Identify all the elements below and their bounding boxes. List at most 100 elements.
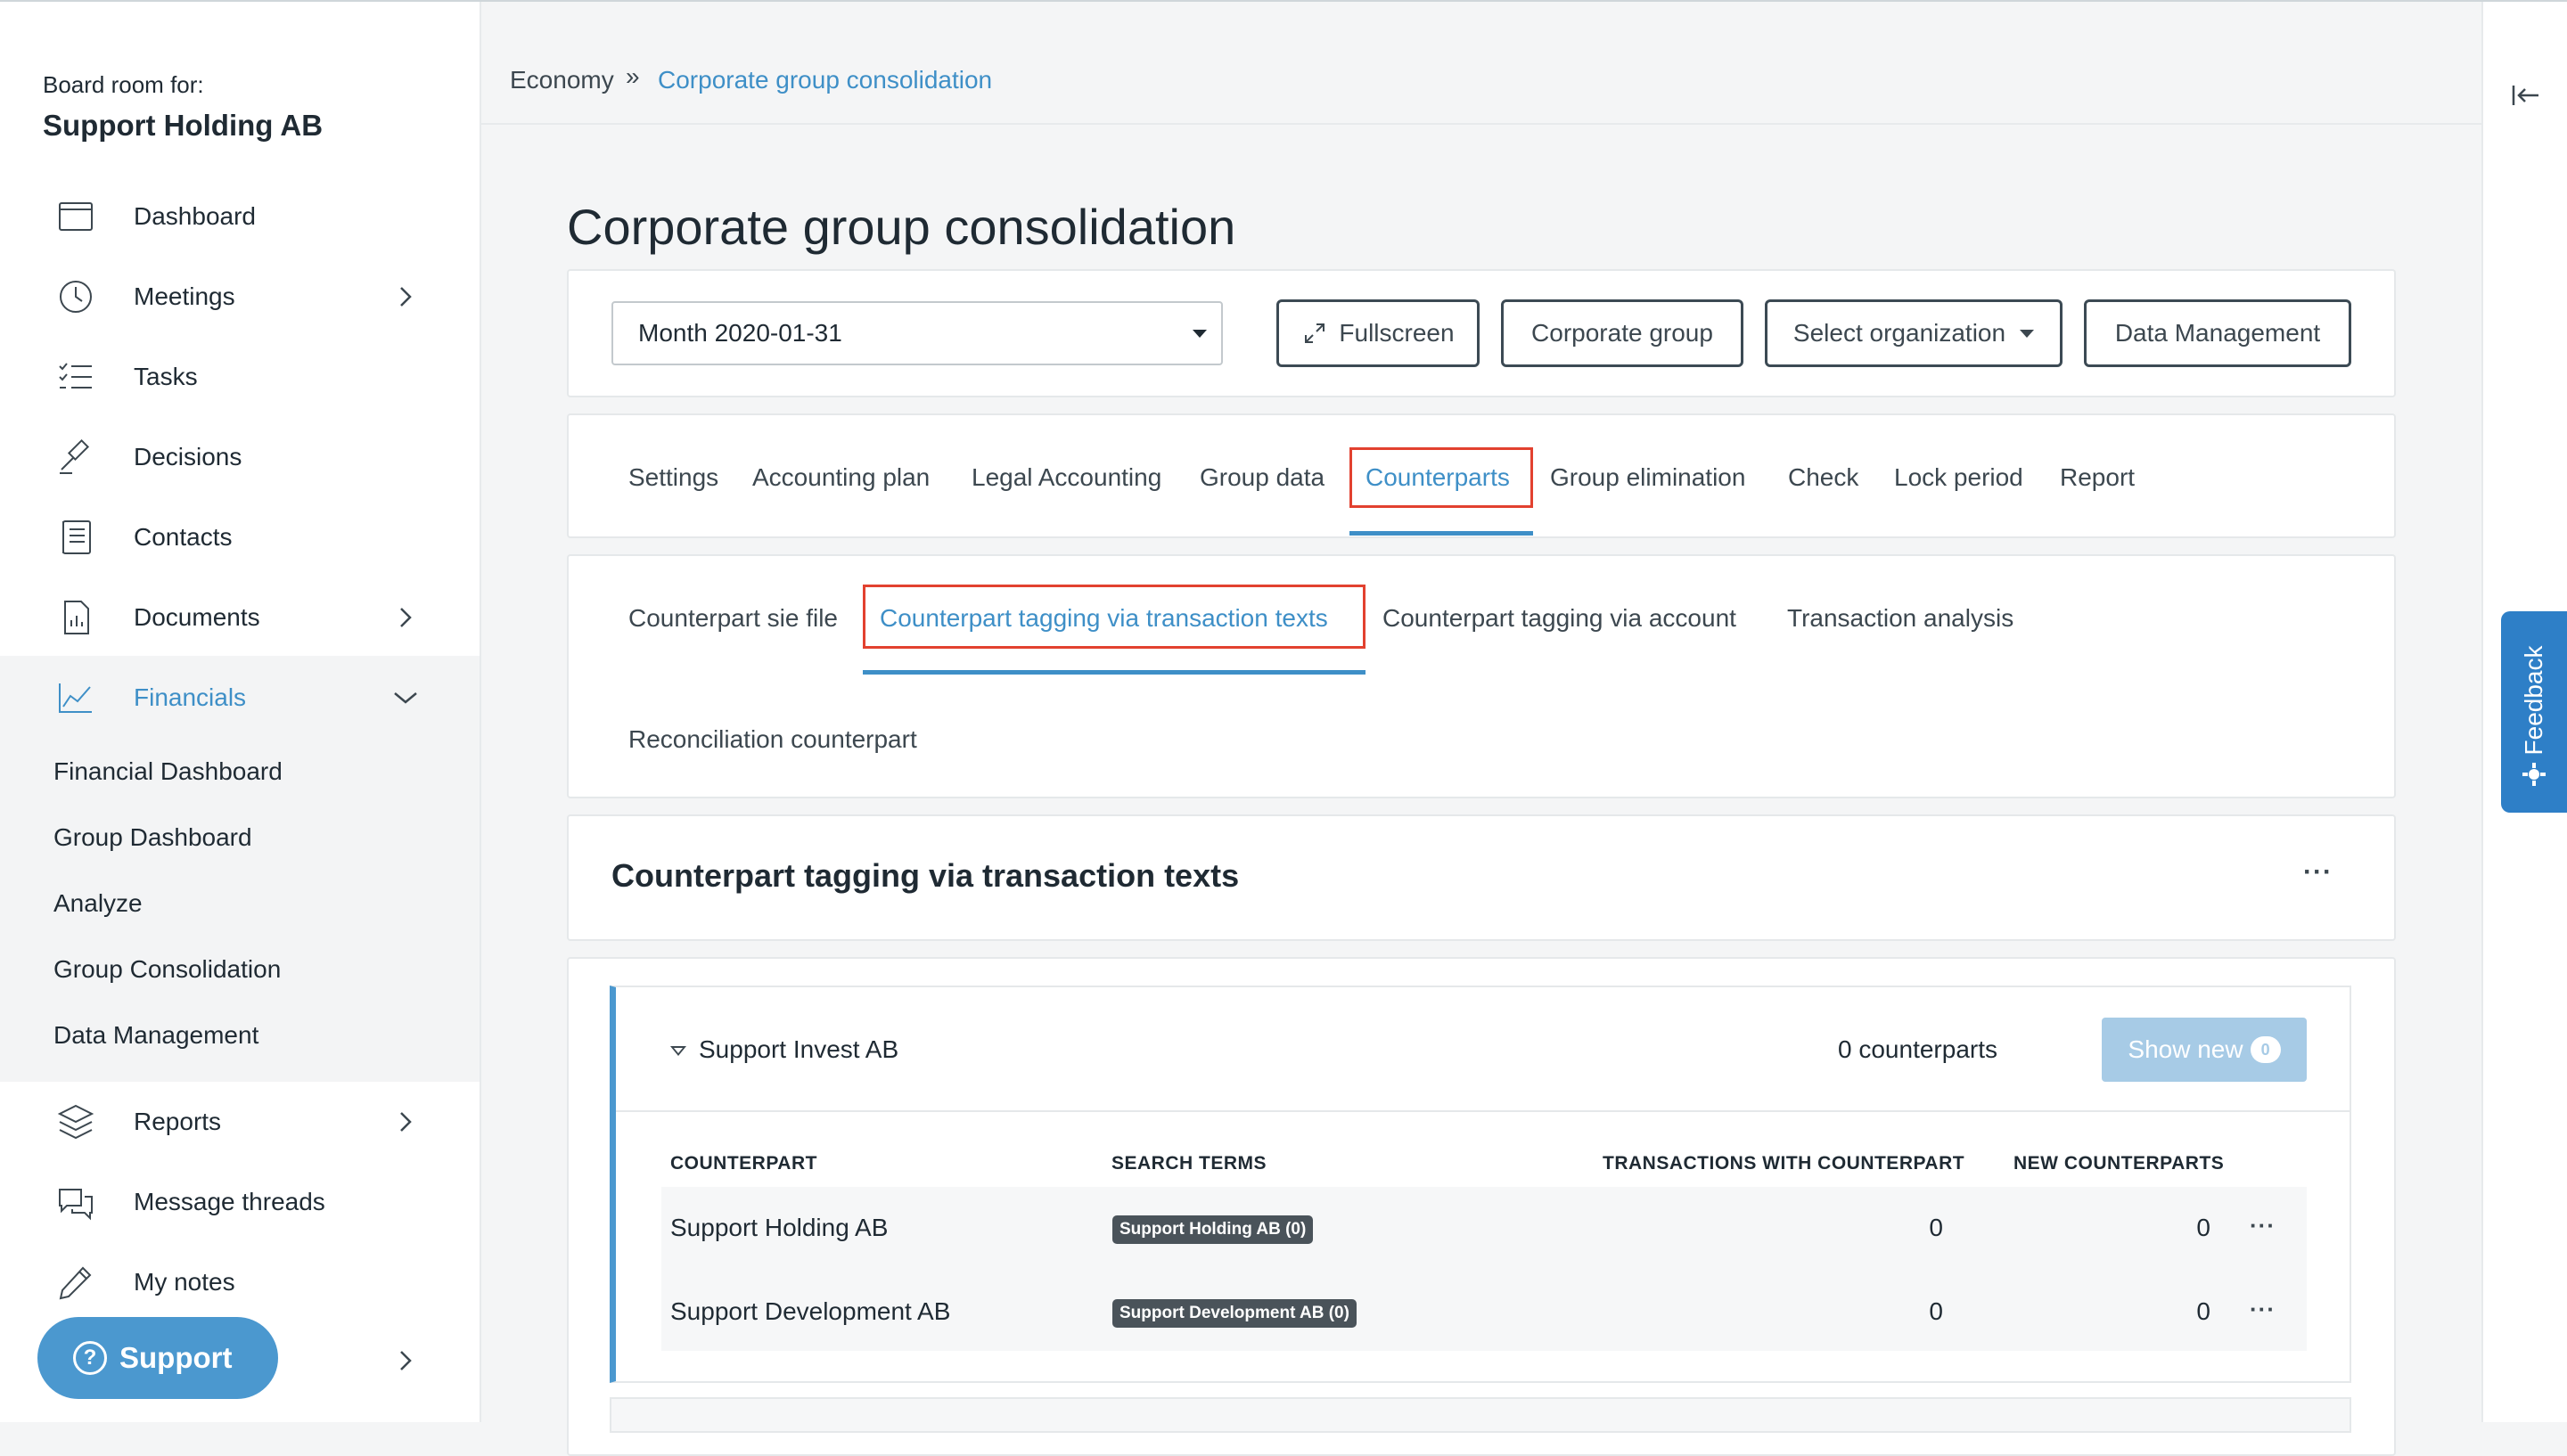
sidebar-sub-group-consolidation[interactable]: Group Consolidation [53,955,281,984]
pencil-icon [55,1262,96,1303]
calendar-icon [55,196,96,237]
sidebar-item-tasks[interactable]: Tasks [0,337,480,417]
megaphone-icon [2522,763,2546,786]
address-book-icon [55,517,96,558]
chevron-right-icon [400,287,412,307]
line-chart-icon [55,677,96,718]
chevron-right-icon[interactable] [392,1347,419,1374]
cell-transactions: 0 [1929,1214,1943,1241]
checklist-icon [55,356,96,397]
caret-down-icon [1193,330,1207,338]
next-group-panel [610,1397,2351,1433]
chevron-down-icon [394,692,417,704]
cell-counterpart: Support Development AB [670,1297,951,1325]
page-title: Corporate group consolidation [567,199,1236,255]
clock-icon [55,276,96,317]
tab-group-data[interactable]: Group data [1200,463,1325,492]
sidebar-item-label: Financials [134,683,247,711]
organization-name[interactable]: Support Holding AB [43,109,323,143]
show-new-button[interactable]: Show new 0 [2102,1018,2307,1082]
sidebar-item-reports[interactable]: Reports [0,1082,480,1162]
divider [616,1110,2351,1112]
feedback-tab[interactable]: Feedback [2501,611,2567,813]
sidebar-item-dashboard[interactable]: Dashboard [0,176,480,257]
subtab-transaction-analysis[interactable]: Transaction analysis [1787,604,2013,633]
search-term-tag[interactable]: Support Holding AB (0) [1112,1215,1314,1244]
group-name[interactable]: Support Invest AB [699,1035,898,1064]
feedback-label: Feedback [2520,645,2547,756]
subtab-counterpart-sie-file[interactable]: Counterpart sie file [628,604,838,633]
cell-transactions: 0 [1929,1297,1943,1325]
tab-accounting-plan[interactable]: Accounting plan [752,463,930,492]
sidebar-sub-financial-dashboard[interactable]: Financial Dashboard [53,757,283,786]
tab-group-elimination[interactable]: Group elimination [1550,463,1745,492]
column-header-new-counterparts: NEW COUNTERPARTS [2013,1153,2225,1174]
document-icon [55,597,96,638]
select-organization-label: Select organization [1792,319,2006,347]
column-header-search-terms: SEARCH TERMS [1111,1153,1267,1174]
show-new-label: Show new [2128,1035,2243,1063]
tab-legal-accounting[interactable]: Legal Accounting [972,463,1161,492]
column-header-transactions: TRANSACTIONS WITH COUNTERPART [1603,1153,1965,1174]
breadcrumb-current[interactable]: Corporate group consolidation [658,66,992,94]
select-organization-button[interactable]: Select organization [1765,299,2063,367]
chevron-right-icon [400,608,412,627]
sidebar-item-label: Documents [134,603,260,631]
breadcrumb-economy[interactable]: Economy [510,66,614,94]
layers-icon [55,1101,96,1142]
support-button[interactable]: ? Support [37,1317,278,1399]
table-body [661,1187,2307,1351]
cell-counterpart: Support Holding AB [670,1214,889,1241]
corporate-group-button[interactable]: Corporate group [1501,299,1743,367]
sidebar-item-financials[interactable]: Financials [0,658,480,738]
subtab-reconciliation-counterpart[interactable]: Reconciliation counterpart [628,725,917,754]
period-select[interactable]: Month 2020-01-31 [611,301,1223,365]
tab-counterparts[interactable]: Counterparts [1366,463,1510,492]
subtab-transaction-texts[interactable]: Counterpart tagging via transaction text… [880,604,1328,633]
fullscreen-label: Fullscreen [1339,319,1455,347]
fullscreen-button[interactable]: Fullscreen [1276,299,1480,367]
tab-settings[interactable]: Settings [628,463,718,492]
show-new-count-badge: 0 [2250,1036,2281,1063]
tab-report[interactable]: Report [2060,463,2135,492]
collapse-triangle-icon[interactable] [670,1046,686,1056]
sidebar: Board room for: Support Holding AB Dashb… [0,2,481,1422]
sidebar-item-meetings[interactable]: Meetings [0,257,480,337]
cell-new-counterparts: 0 [2196,1297,2210,1325]
sidebar-item-label: Tasks [134,363,198,390]
sidebar-sub-group-dashboard[interactable]: Group Dashboard [53,823,252,852]
cell-new-counterparts: 0 [2196,1214,2210,1241]
sidebar-item-documents[interactable]: Documents [0,577,480,658]
board-room-label: Board room for: [43,71,204,98]
row-more-menu[interactable]: ··· [2250,1212,2276,1239]
section-more-menu[interactable]: ··· [2303,857,2333,888]
sidebar-item-label: My notes [134,1268,235,1296]
section-title: Counterpart tagging via transaction text… [611,857,1240,894]
active-subtab-indicator [863,670,1366,675]
support-label: Support [119,1341,233,1374]
sidebar-item-contacts[interactable]: Contacts [0,497,480,577]
sidebar-item-message-threads[interactable]: Message threads [0,1162,480,1242]
sidebar-item-label: Meetings [134,282,235,310]
sidebar-item-label: Contacts [134,523,233,551]
collapse-panel-icon[interactable] [2510,82,2542,109]
search-term-tag[interactable]: Support Development AB (0) [1112,1299,1357,1328]
sidebar-item-label: Reports [134,1108,222,1135]
sidebar-sub-analyze[interactable]: Analyze [53,889,143,918]
chat-bubbles-icon [55,1182,96,1223]
tab-check[interactable]: Check [1788,463,1858,492]
subtab-tagging-via-account[interactable]: Counterpart tagging via account [1382,604,1736,633]
sidebar-sub-data-management[interactable]: Data Management [53,1021,258,1050]
chevron-right-icon [400,1112,412,1132]
sidebar-item-my-notes[interactable]: My notes [0,1242,480,1322]
gavel-icon [55,437,96,478]
column-header-counterpart: COUNTERPART [670,1153,817,1174]
tab-lock-period[interactable]: Lock period [1894,463,2023,492]
sidebar-item-label: Decisions [134,443,242,470]
sidebar-item-label: Message threads [134,1188,325,1215]
row-more-menu[interactable]: ··· [2250,1296,2276,1323]
sidebar-item-decisions[interactable]: Decisions [0,417,480,497]
breadcrumb-separator: » [626,62,640,90]
caret-down-icon [2020,329,2035,338]
data-management-button[interactable]: Data Management [2084,299,2351,367]
